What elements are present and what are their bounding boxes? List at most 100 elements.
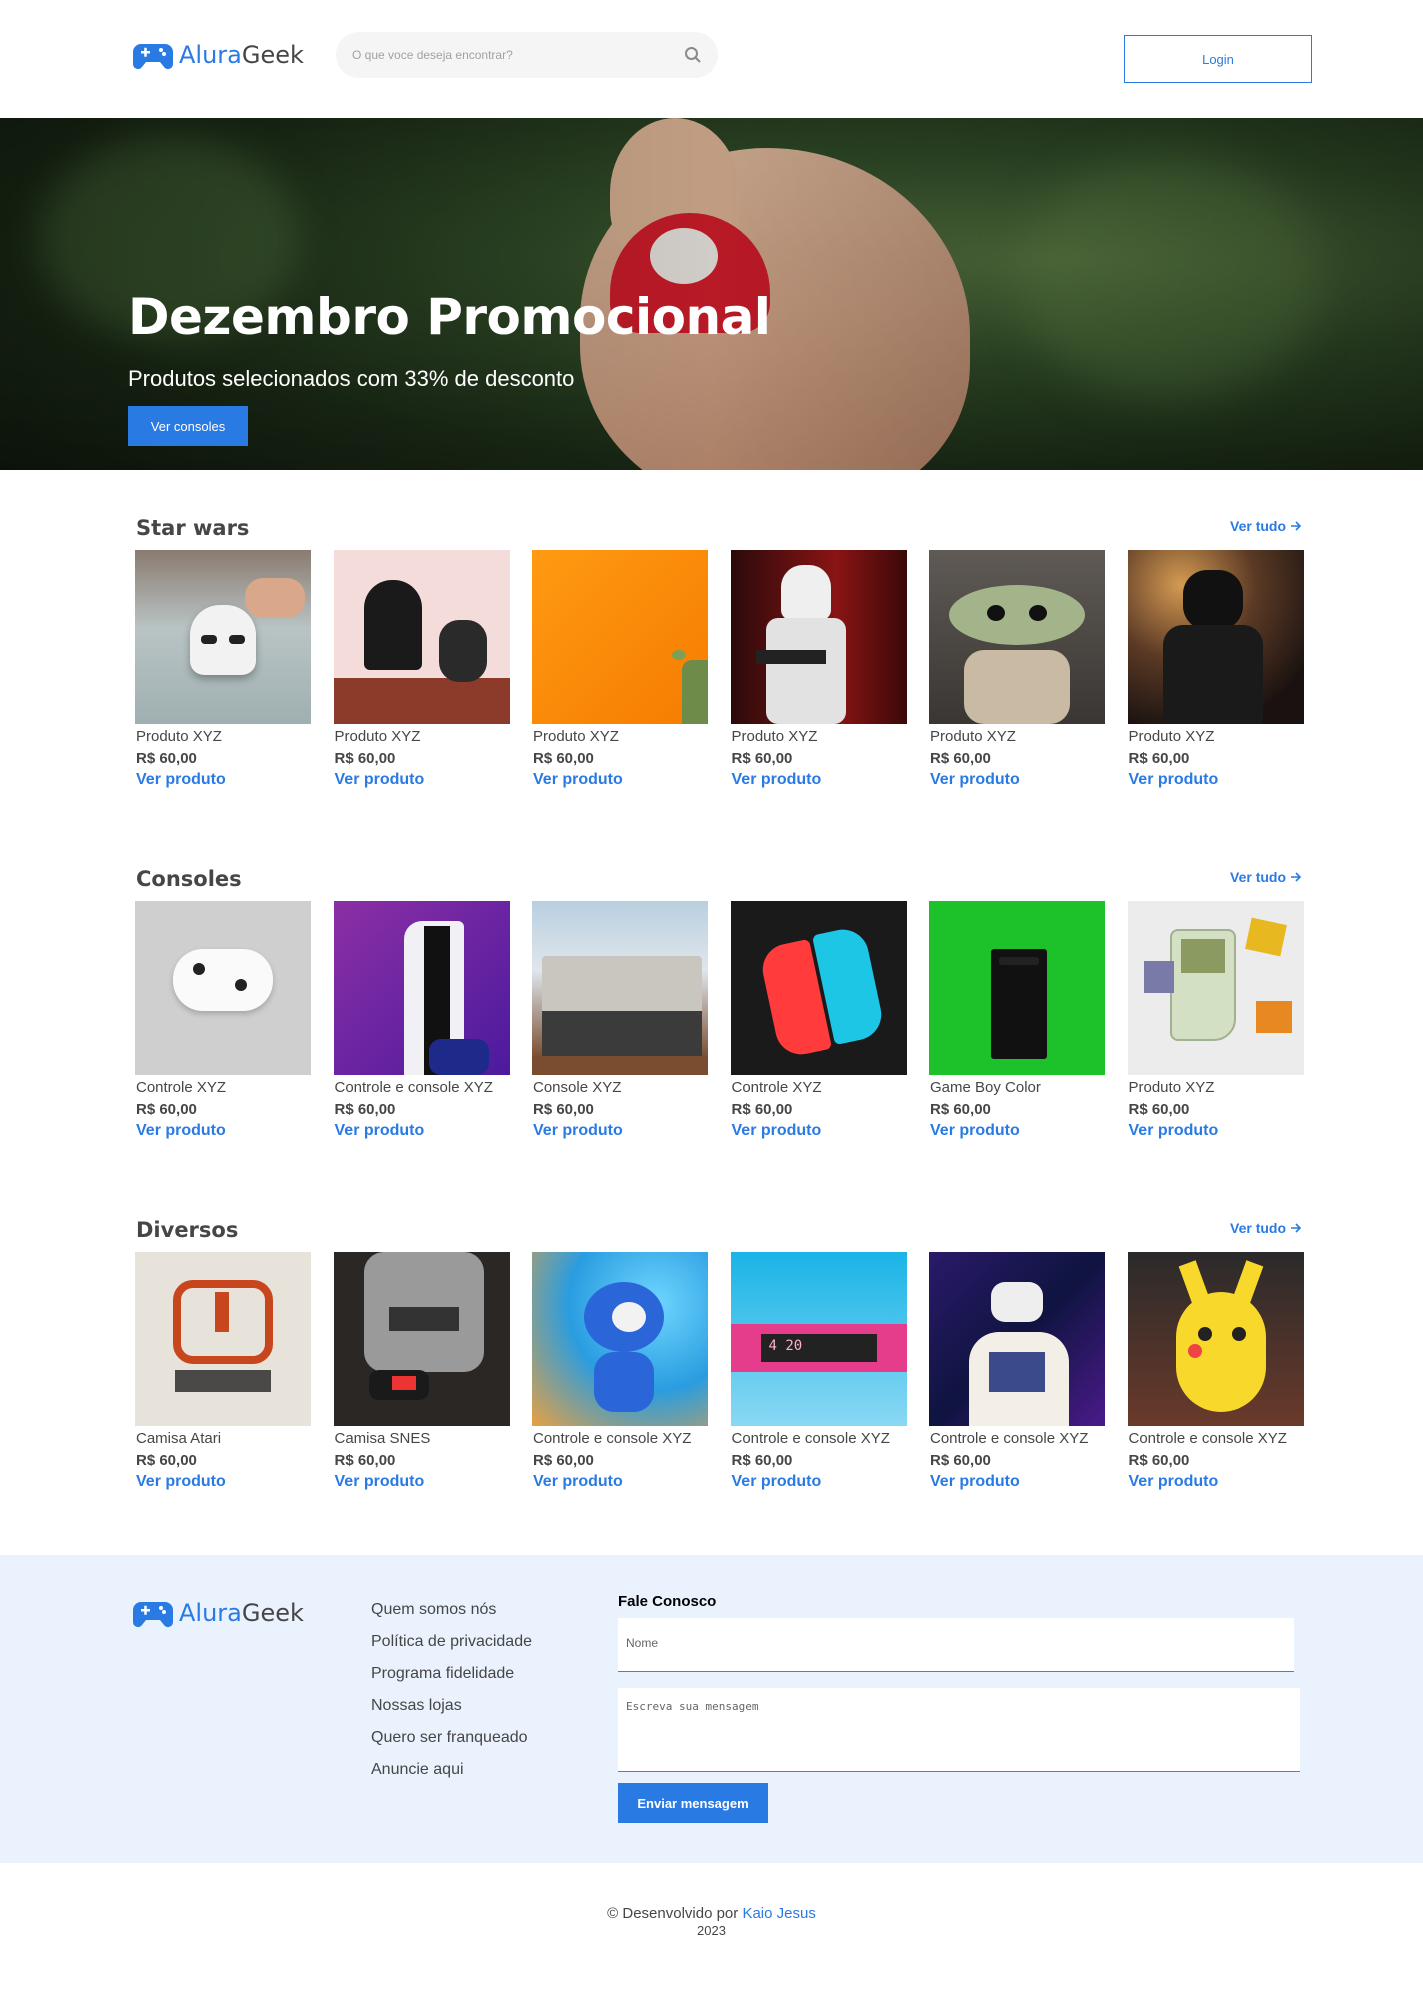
author-link[interactable]: Kaio Jesus [742, 1905, 815, 1922]
product-card[interactable]: Console XYZ R$ 60,00 Ver produto [532, 901, 708, 1151]
search-input[interactable]: O que voce deseja encontrar? [352, 48, 684, 62]
view-product-link[interactable]: Ver produto [732, 1122, 822, 1140]
product-card[interactable]: Produto XYZ R$ 60,00 Ver produto [333, 550, 510, 800]
view-product-link[interactable]: Ver produto [533, 1473, 623, 1491]
view-product-link[interactable]: Ver produto [1129, 1122, 1219, 1140]
product-card[interactable]: Produto XYZ R$ 60,00 Ver produto [730, 550, 907, 800]
product-image[interactable] [1127, 901, 1304, 1075]
message-textarea[interactable]: Escreva sua mensagem [618, 1688, 1300, 1772]
product-price: R$ 60,00 [334, 1452, 396, 1469]
view-product-link[interactable]: Ver produto [136, 771, 226, 789]
product-card[interactable]: Produto XYZ R$ 60,00 Ver produto [1127, 550, 1304, 800]
product-name: Camisa Atari [136, 1430, 222, 1447]
view-product-link[interactable]: Ver produto [533, 1122, 623, 1140]
footer-link[interactable]: Programa fidelidade [371, 1665, 532, 1683]
product-card[interactable]: 4 20 Controle e console XYZ R$ 60,00 Ver pr… [730, 1252, 907, 1502]
product-card[interactable]: Controle e console XYZ R$ 60,00 Ver produt… [532, 1252, 708, 1502]
product-image[interactable] [333, 550, 510, 724]
product-card[interactable]: Camisa Atari R$ 60,00 Ver produto [135, 1252, 311, 1502]
product-price: R$ 60,00 [731, 750, 793, 767]
product-card[interactable]: Produto XYZ R$ 60,00 Ver produto [135, 550, 311, 800]
see-all-label: Ver tudo [1230, 518, 1287, 534]
product-image[interactable] [730, 901, 907, 1075]
product-card[interactable]: Controle e console XYZ R$ 60,00 Ver produt… [929, 1252, 1105, 1502]
product-image[interactable] [929, 550, 1105, 724]
footer-link[interactable]: Política de privacidade [371, 1633, 532, 1651]
footer-link[interactable]: Anuncie aqui [371, 1761, 532, 1779]
hero-subtitle: Produtos selecionados com 33% de descont… [128, 366, 575, 391]
product-name: Camisa SNES [334, 1430, 431, 1447]
product-image[interactable] [532, 1252, 708, 1426]
footer-link[interactable]: Quero ser franqueado [371, 1729, 532, 1747]
view-product-link[interactable]: Ver produto [335, 1122, 425, 1140]
search-icon[interactable] [684, 46, 702, 64]
see-all-label: Ver tudo [1230, 1220, 1287, 1236]
product-card[interactable]: Controle e console XYZ R$ 60,00 Ver produt… [1127, 1252, 1304, 1502]
product-image[interactable] [532, 550, 708, 724]
view-product-link[interactable]: Ver produto [732, 1473, 822, 1491]
product-image[interactable] [135, 550, 311, 724]
login-button[interactable]: Login [1124, 35, 1312, 83]
name-input[interactable]: Nome [618, 1618, 1294, 1672]
see-all-link[interactable]: Ver tudo [1230, 518, 1302, 534]
view-product-link[interactable]: Ver produto [335, 1473, 425, 1491]
product-card[interactable]: Produto XYZ R$ 60,00 Ver produto [929, 550, 1105, 800]
hero-banner: Dezembro Promocional Produtos selecionad… [0, 118, 1423, 470]
view-product-link[interactable]: Ver produto [335, 771, 425, 789]
view-product-link[interactable]: Ver produto [732, 771, 822, 789]
product-price: R$ 60,00 [533, 750, 594, 767]
view-product-link[interactable]: Ver produto [930, 771, 1020, 789]
footer-link[interactable]: Nossas lojas [371, 1697, 532, 1715]
product-card[interactable]: Controle XYZ R$ 60,00 Ver produto [730, 901, 907, 1151]
product-image[interactable] [135, 1252, 311, 1426]
product-grid: Controle XYZ R$ 60,00 Ver produto Controle … [135, 901, 1305, 1151]
arrow-right-icon [1291, 1223, 1302, 1233]
product-name: Controle e console XYZ [731, 1430, 890, 1447]
product-card[interactable]: Camisa SNES R$ 60,00 Ver produto [333, 1252, 510, 1502]
product-card[interactable]: Game Boy Color R$ 60,00 Ver produto [929, 901, 1105, 1151]
footer-brand-logo[interactable]: AluraGeek [133, 1598, 304, 1628]
product-price: R$ 60,00 [1128, 1101, 1190, 1118]
see-all-link[interactable]: Ver tudo [1230, 869, 1302, 885]
brand-logo[interactable]: AluraGeek [133, 40, 304, 70]
product-price: R$ 60,00 [136, 1452, 197, 1469]
hero-title: Dezembro Promocional [128, 288, 771, 346]
product-name: Console XYZ [533, 1079, 622, 1096]
view-product-link[interactable]: Ver produto [533, 771, 623, 789]
product-card[interactable]: Produto XYZ R$ 60,00 Ver produto [1127, 901, 1304, 1151]
product-image[interactable] [929, 1252, 1105, 1426]
view-product-link[interactable]: Ver produto [136, 1473, 226, 1491]
product-price: R$ 60,00 [930, 750, 991, 767]
product-grid: Produto XYZ R$ 60,00 Ver produto Produto XY… [135, 550, 1305, 800]
see-all-link[interactable]: Ver tudo [1230, 1220, 1302, 1236]
product-name: Controle e console XYZ [930, 1430, 1089, 1447]
product-image[interactable] [1127, 1252, 1304, 1426]
product-image[interactable] [135, 901, 311, 1075]
product-card[interactable]: Controle e console XYZ R$ 60,00 Ver produt… [333, 901, 510, 1151]
product-price: R$ 60,00 [930, 1101, 991, 1118]
product-price: R$ 60,00 [136, 1101, 197, 1118]
footer-link[interactable]: Quem somos nós [371, 1601, 532, 1619]
product-card[interactable]: Controle XYZ R$ 60,00 Ver produto [135, 901, 311, 1151]
section-title: Consoles [136, 867, 242, 891]
send-message-button[interactable]: Enviar mensagem [618, 1783, 768, 1823]
product-image[interactable] [730, 550, 907, 724]
search-bar[interactable]: O que voce deseja encontrar? [336, 32, 718, 78]
gamepad-icon [133, 1602, 173, 1627]
view-product-link[interactable]: Ver produto [930, 1122, 1020, 1140]
view-product-link[interactable]: Ver produto [136, 1122, 226, 1140]
product-grid: Camisa Atari R$ 60,00 Ver produto Camisa SN… [135, 1252, 1305, 1502]
view-product-link[interactable]: Ver produto [1129, 1473, 1219, 1491]
product-image[interactable]: 4 20 [730, 1252, 907, 1426]
view-product-link[interactable]: Ver produto [1129, 771, 1219, 789]
product-card[interactable]: Produto XYZ R$ 60,00 Ver produto [532, 550, 708, 800]
product-image[interactable] [1127, 550, 1304, 724]
view-consoles-button[interactable]: Ver consoles [128, 406, 248, 446]
product-image[interactable] [333, 1252, 510, 1426]
view-product-link[interactable]: Ver produto [930, 1473, 1020, 1491]
product-image[interactable] [532, 901, 708, 1075]
product-name: Produto XYZ [533, 728, 619, 745]
credits-year: 2023 [697, 1923, 726, 1938]
product-image[interactable] [333, 901, 510, 1075]
product-image[interactable] [929, 901, 1105, 1075]
